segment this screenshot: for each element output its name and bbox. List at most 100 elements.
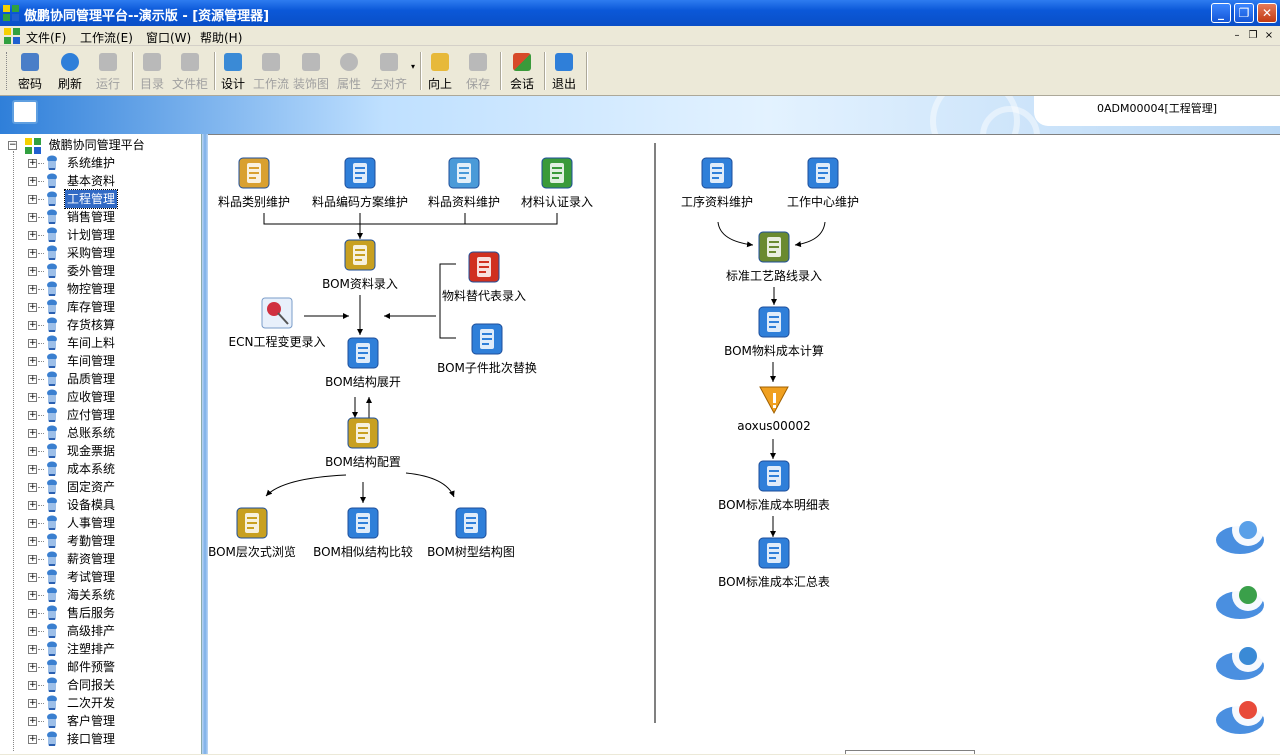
expand-icon[interactable]: + [28,357,37,366]
flow-node-bom-std-detail[interactable]: BOM标准成本明细表 [714,460,834,513]
flow-node-bom-entry[interactable]: BOM资料录入 [300,239,420,292]
expand-icon[interactable]: + [28,285,37,294]
collapse-icon[interactable]: − [8,141,17,150]
expand-icon[interactable]: + [28,393,37,402]
expand-icon[interactable]: + [28,735,37,744]
mdi-close-button[interactable]: × [1262,29,1276,43]
flow-node-item-coding[interactable]: 料品编码方案维护 [300,157,420,210]
expand-icon[interactable]: + [28,159,37,168]
flow-node-bom-level[interactable]: BOM层次式浏览 [192,507,312,560]
password-button[interactable]: 密码 [14,51,46,93]
expand-icon[interactable]: + [28,375,37,384]
save-button[interactable]: 保存 [462,51,494,93]
expand-icon[interactable]: + [28,231,37,240]
expand-icon[interactable]: + [28,447,37,456]
menu-workflow[interactable]: 工作流(E) [80,29,133,46]
module-node-icon [47,551,57,566]
toolbar-grip[interactable] [6,52,9,90]
expand-icon[interactable]: + [28,681,37,690]
flow-node-routing[interactable]: 标准工艺路线录入 [714,231,834,284]
menu-help[interactable]: 帮助(H) [200,29,242,46]
expand-icon[interactable]: + [28,555,37,564]
flow-node-bom-config[interactable]: BOM结构配置 [303,417,423,470]
tree-root[interactable]: − 傲鹏协同管理平台 [8,137,145,154]
flow-node-process-data[interactable]: 工序资料维护 [657,157,777,210]
module-node-icon [47,389,57,404]
expand-icon[interactable]: + [28,339,37,348]
expand-icon[interactable]: + [28,303,37,312]
properties-button[interactable]: 属性 [334,51,364,93]
flow-node-bom-std-summary[interactable]: BOM标准成本汇总表 [714,537,834,590]
expand-icon[interactable]: + [28,213,37,222]
flow-node-aoxus[interactable]: aoxus00002 [714,383,834,433]
close-button[interactable]: ✕ [1257,3,1277,23]
expand-icon[interactable]: + [28,537,37,546]
expand-icon[interactable]: + [28,573,37,582]
flow-node-item-category[interactable]: 料品类别维护 [194,157,314,210]
keyboard-icon [758,231,790,263]
banner: 0ADM00004[工程管理] [0,96,1280,134]
expand-icon[interactable]: + [28,249,37,258]
flow-node-work-center[interactable]: 工作中心维护 [763,157,883,210]
tree-connector [38,163,44,164]
expand-icon[interactable]: + [28,645,37,654]
minimize-button[interactable]: _ [1211,3,1231,23]
refresh-button[interactable]: 刷新 [54,51,86,93]
align-left-button[interactable]: 左对齐 [370,51,408,93]
launcher-messenger[interactable] [1214,636,1270,684]
flow-node-bom-cost[interactable]: BOM物料成本计算 [714,306,834,359]
expand-icon[interactable]: + [28,717,37,726]
maximize-button[interactable]: ❐ [1234,3,1254,23]
menu-window[interactable]: 窗口(W) [146,29,191,46]
expand-icon[interactable]: + [28,501,37,510]
menu-file[interactable]: 文件(F) [26,29,66,46]
expand-icon[interactable]: + [28,609,37,618]
expand-icon[interactable]: + [28,627,37,636]
align-dropdown-arrow[interactable]: ▾ [409,62,417,72]
expand-icon[interactable]: + [28,483,37,492]
expand-icon[interactable]: + [28,699,37,708]
mdi-restore-button[interactable]: ❐ [1246,29,1260,43]
directory-button[interactable]: 目录 [136,51,168,93]
flow-node-label: BOM层次式浏览 [208,545,296,559]
launcher-email[interactable] [1214,575,1270,623]
expand-icon[interactable]: + [28,177,37,186]
go-up-button[interactable]: 向上 [424,51,456,93]
file-cabinet-button[interactable]: 文件柜 [170,51,210,93]
module-node-icon [47,713,57,728]
flow-node-label: 料品编码方案维护 [311,195,408,209]
expand-icon[interactable]: + [28,519,37,528]
expand-icon[interactable]: + [28,411,37,420]
module-node-icon [47,677,57,692]
expand-icon[interactable]: + [28,321,37,330]
flow-node-bom-batch[interactable]: BOM子件批次替换 [427,323,547,376]
folder-icon [143,53,161,71]
tree-connector [38,595,44,596]
launcher-notepad[interactable] [1214,690,1270,738]
flow-node-substitute[interactable]: 物料替代表录入 [424,251,544,304]
design-button[interactable]: 设计 [218,51,248,93]
platform-logo-icon [24,137,41,154]
tree-item-label: 薪资管理 [67,552,116,566]
expand-icon[interactable]: + [28,663,37,672]
chat-button[interactable]: 会话 [506,51,538,93]
decoration-button[interactable]: 装饰图 [292,51,330,93]
expand-icon[interactable]: + [28,195,37,204]
expand-icon[interactable]: + [28,267,37,276]
flow-node-bom-expand[interactable]: BOM结构展开 [303,337,423,390]
expand-icon[interactable]: + [28,465,37,474]
flow-node-material-cert[interactable]: 材料认证录入 [497,157,617,210]
workflow-button[interactable]: 工作流 [252,51,290,93]
tree-connector [38,721,44,722]
expand-icon[interactable]: + [28,591,37,600]
title-bar: 傲鹏协同管理平台--演示版 - [资源管理器] _ ❐ ✕ [0,0,1280,26]
flow-node-bom-tree[interactable]: BOM树型结构图 [411,507,531,560]
run-button[interactable]: 运行 [92,51,124,93]
launcher-computer[interactable] [1214,510,1270,558]
flow-node-label: 料品类别维护 [217,195,290,209]
module-node-icon [47,281,57,296]
exit-button[interactable]: 退出 [548,51,580,93]
mdi-minimize-button[interactable]: – [1230,29,1244,43]
flow-node-bom-compare[interactable]: BOM相似结构比较 [303,507,423,560]
expand-icon[interactable]: + [28,429,37,438]
